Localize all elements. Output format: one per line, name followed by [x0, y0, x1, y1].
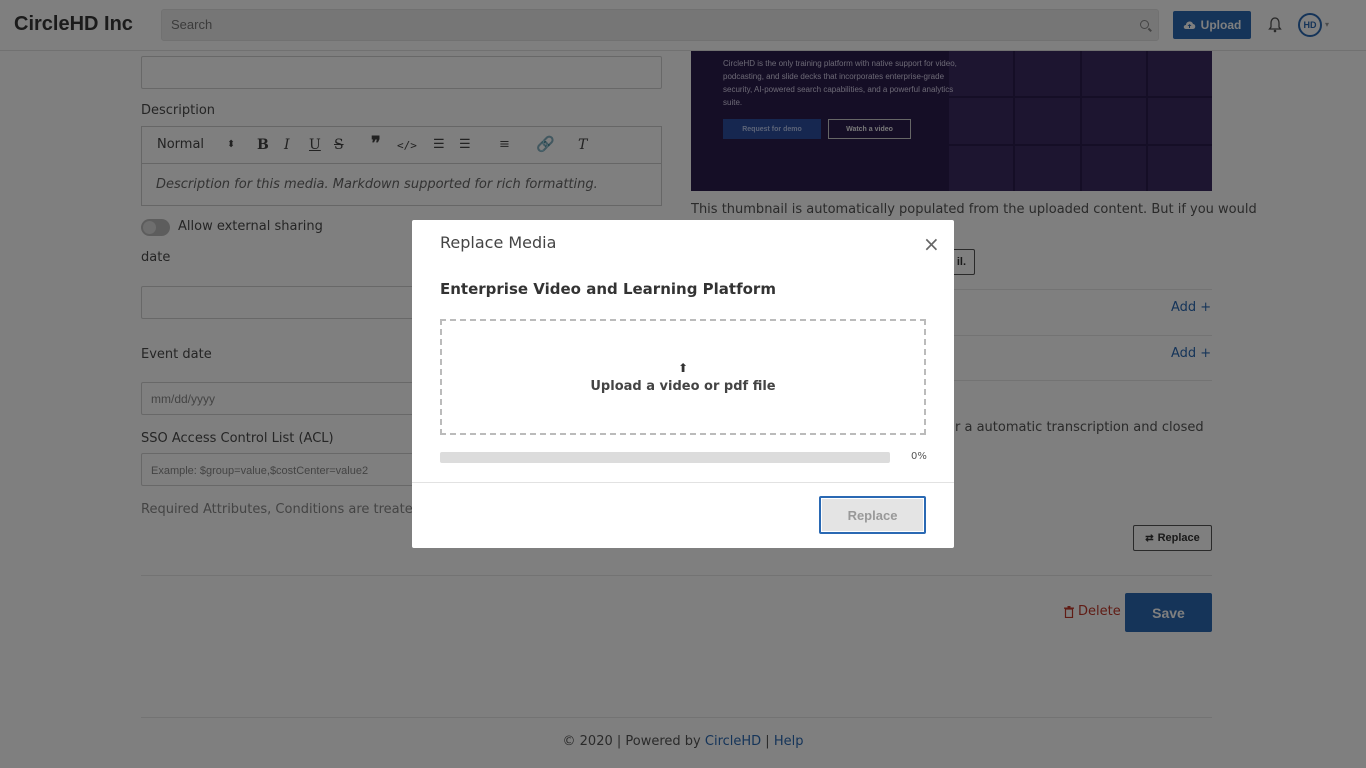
modal-replace-button[interactable]: Replace — [819, 496, 926, 534]
media-title: Enterprise Video and Learning Platform — [440, 280, 776, 298]
upload-dropzone[interactable]: ⬆ Upload a video or pdf file — [440, 319, 926, 435]
modal-divider — [412, 482, 954, 483]
modal-title: Replace Media — [440, 233, 557, 252]
upload-arrow-icon: ⬆ — [677, 360, 689, 375]
upload-progress-text: 0% — [911, 451, 927, 462]
replace-media-modal: Replace Media × Enterprise Video and Lea… — [412, 220, 954, 548]
dropzone-text: Upload a video or pdf file — [590, 378, 776, 394]
upload-progress-bar — [440, 452, 890, 463]
close-icon[interactable]: × — [923, 232, 940, 256]
